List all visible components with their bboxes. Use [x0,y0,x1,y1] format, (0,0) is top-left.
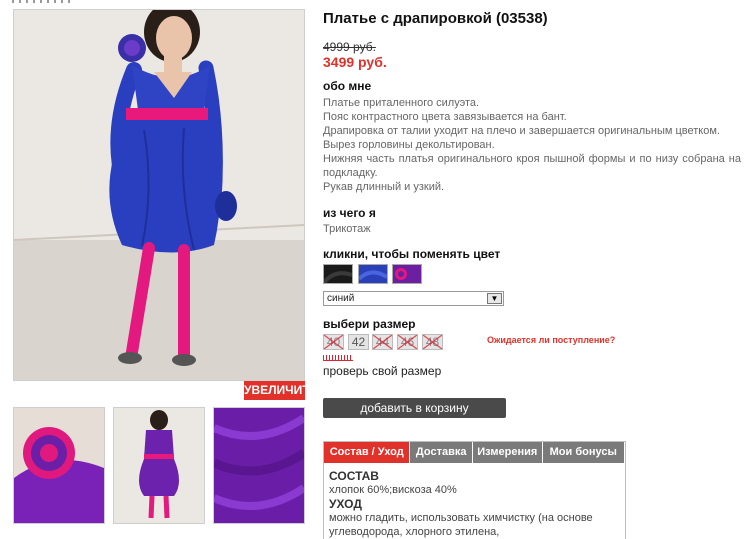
description: Платье приталенного силуэта. Пояс контра… [323,96,741,194]
description-line: Вырез горловины декольтирован. [323,139,495,151]
tab-delivery[interactable]: Доставка [410,442,472,463]
tab-measurements[interactable]: Измерения [473,442,542,463]
size-option-46[interactable]: 46 [397,334,418,350]
size-option-40[interactable]: 40 [323,334,344,350]
color-heading: кликни, чтобы поменять цвет [323,247,501,261]
info-tabs: Состав / Уход Доставка Измерения Мои бон… [323,441,626,539]
color-swatch-black[interactable] [323,264,353,284]
color-select[interactable]: синий ▼ [323,291,504,306]
material-value: Трикотаж [323,223,371,235]
tab-my-bonuses[interactable]: Мои бонусы [542,442,624,463]
tab-content: СОСТАВ хлопок 60%;вискоза 40% УХОД можно… [324,463,625,539]
description-line: Рукав длинный и узкий. [323,181,445,193]
thumbnail-fabric-detail[interactable] [213,407,305,524]
description-line: Пояс контрастного цвета завязывается на … [323,111,567,123]
thumbnail-flower[interactable] [13,407,105,524]
size-heading: выбери размер [323,317,416,331]
product-details: Платье с драпировкой (03538) 4999 руб. 3… [323,10,743,539]
color-swatch-blue[interactable] [358,264,388,284]
enlarge-button[interactable]: УВЕЛИЧИТЬ [244,381,318,400]
material-heading: из чего я [323,206,376,220]
check-size-link[interactable]: проверь свой размер [323,364,441,378]
size-option-48[interactable]: 48 [422,334,443,350]
care-heading: УХОД [329,497,362,511]
composition-value: хлопок 60%;вискоза 40% [329,484,457,496]
description-line: Нижняя часть платья оригинального кроя п… [323,153,741,179]
expected-arrival-link[interactable]: Ожидается ли поступление? [487,335,615,345]
about-heading: обо мне [323,79,372,93]
old-price: 4999 руб. [323,40,376,54]
care-value: можно гладить, использовать химчистку (н… [329,512,593,538]
add-to-cart-button[interactable]: добавить в корзину [323,398,506,418]
chevron-down-icon[interactable]: ▼ [487,293,502,304]
sale-price: 3499 руб. [323,54,387,70]
description-line: Драпировка от талии уходит на плечо и за… [323,125,720,137]
main-product-photo[interactable] [13,9,305,381]
ruler-icon [323,355,353,361]
tab-composition-care[interactable]: Состав / Уход [324,442,410,463]
description-line: Платье приталенного силуэта. [323,97,480,109]
thumbnail-back-view[interactable] [113,407,205,524]
color-select-value: синий [327,293,355,304]
color-swatch-purple[interactable] [392,264,422,284]
size-option-44[interactable]: 44 [372,334,393,350]
product-title: Платье с драпировкой (03538) [323,10,548,27]
size-option-42[interactable]: 42 [348,334,369,350]
composition-heading: СОСТАВ [329,469,379,483]
top-dots-divider [12,0,72,3]
